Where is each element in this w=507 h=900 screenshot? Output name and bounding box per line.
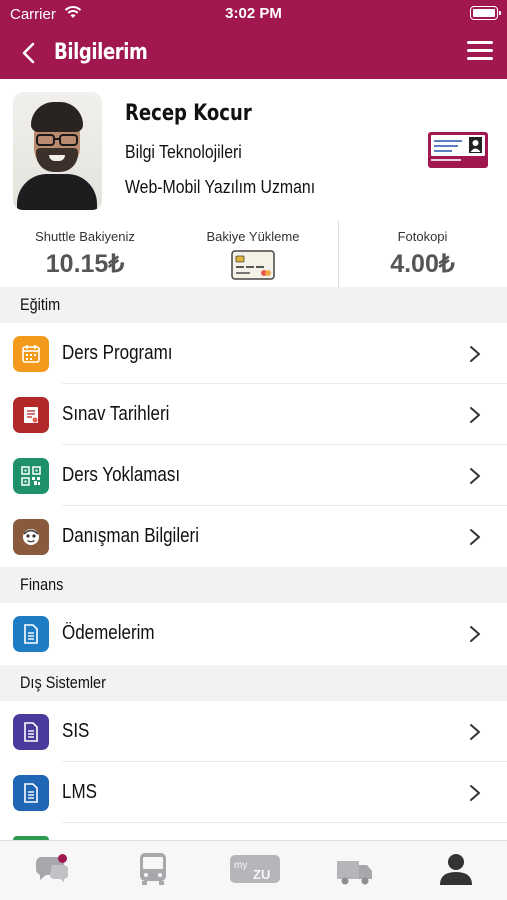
- document-icon: [13, 714, 49, 750]
- menu-item-label: LMS: [62, 781, 97, 803]
- calendar-icon: [13, 336, 49, 372]
- balance-summary: Shuttle Bakiyeniz 10.15₺ Bakiye Yükleme …: [0, 219, 507, 287]
- bus-icon[interactable]: [133, 851, 173, 887]
- shuttle-balance: Shuttle Bakiyeniz 10.15₺: [10, 219, 160, 287]
- menu-item-label: Danışman Bilgileri: [62, 525, 199, 547]
- credit-card-icon: [231, 250, 275, 280]
- document-icon: [13, 775, 49, 811]
- battery-icon: [470, 6, 501, 20]
- chevron-right-icon: [470, 346, 480, 362]
- chevron-right-icon: [470, 529, 480, 545]
- profile-photo: [13, 92, 102, 210]
- menu-item-ders-yoklamasi[interactable]: Ders Yoklaması: [0, 445, 507, 506]
- chevron-right-icon: [470, 468, 480, 484]
- status-bar: Carrier 3:02 PM: [0, 0, 507, 28]
- svg-text:ZU: ZU: [253, 867, 270, 882]
- profile-department: Bilgi Teknolojileri: [125, 142, 242, 162]
- tab-bar: my ZU: [0, 840, 507, 900]
- menu-item-odemelerim[interactable]: Ödemelerim: [0, 603, 507, 664]
- section-title: Finans: [20, 575, 64, 594]
- document-icon: [13, 616, 49, 652]
- section-header-finance: Finans: [0, 567, 507, 603]
- section-title: Eğitim: [20, 295, 61, 314]
- chevron-right-icon: [470, 626, 480, 642]
- menu-item-label: Ders Yoklaması: [62, 464, 181, 486]
- exam-document-icon: [13, 397, 49, 433]
- menu-item-label: SIS: [62, 720, 90, 742]
- profile-card: Recep Kocur Bilgi Teknolojileri Web-Mobi…: [0, 79, 507, 219]
- section-header-external-systems: Dış Sistemler: [0, 665, 507, 701]
- app-header: Carrier 3:02 PM Bilgilerim: [0, 0, 507, 79]
- menu-item-label: Ders Programı: [62, 342, 173, 364]
- nav-bar: Bilgilerim: [0, 28, 507, 79]
- balance-topup-button[interactable]: Bakiye Yükleme: [178, 219, 328, 287]
- menu-item-label: Ödemelerim: [62, 622, 155, 644]
- advisor-face-icon: [13, 519, 49, 555]
- shuttle-balance-value: 10.15₺: [45, 250, 125, 278]
- shuttle-balance-label: Shuttle Bakiyeniz: [35, 229, 135, 244]
- section-title: Dış Sistemler: [20, 673, 106, 692]
- section-header-education: Eğitim: [0, 287, 507, 323]
- chevron-right-icon: [470, 785, 480, 801]
- stats-divider: [338, 221, 339, 287]
- back-chevron-icon[interactable]: [14, 38, 44, 68]
- svg-text:my: my: [234, 860, 247, 871]
- menu-item-sis[interactable]: SIS: [0, 701, 507, 762]
- menu-item-ders-programi[interactable]: Ders Programı: [0, 323, 507, 384]
- status-time: 3:02 PM: [225, 5, 282, 22]
- truck-icon[interactable]: [335, 851, 375, 887]
- chevron-right-icon: [470, 724, 480, 740]
- menu-item-label: Sınav Tarihleri: [62, 403, 170, 425]
- menu-item-sinav-tarihleri[interactable]: Sınav Tarihleri: [0, 384, 507, 445]
- copy-balance: Fotokopi 4.00₺: [350, 219, 495, 287]
- my-zu-icon[interactable]: my ZU: [229, 851, 281, 887]
- page-title: Bilgilerim: [54, 40, 148, 65]
- hamburger-menu-icon[interactable]: [467, 41, 493, 63]
- menu-item-lms[interactable]: LMS: [0, 762, 507, 823]
- chevron-right-icon: [470, 407, 480, 423]
- copy-balance-value: 4.00₺: [390, 250, 455, 278]
- balance-topup-label: Bakiye Yükleme: [206, 229, 300, 244]
- profile-role: Web-Mobil Yazılım Uzmanı: [125, 177, 316, 197]
- menu-item-danisman-bilgileri[interactable]: Danışman Bilgileri: [0, 506, 507, 567]
- notification-badge: [58, 854, 67, 863]
- qr-code-icon: [13, 458, 49, 494]
- profile-name: Recep Kocur: [125, 101, 252, 126]
- id-card-icon[interactable]: [427, 131, 489, 169]
- copy-balance-label: Fotokopi: [397, 229, 448, 244]
- profile-icon[interactable]: [436, 851, 476, 887]
